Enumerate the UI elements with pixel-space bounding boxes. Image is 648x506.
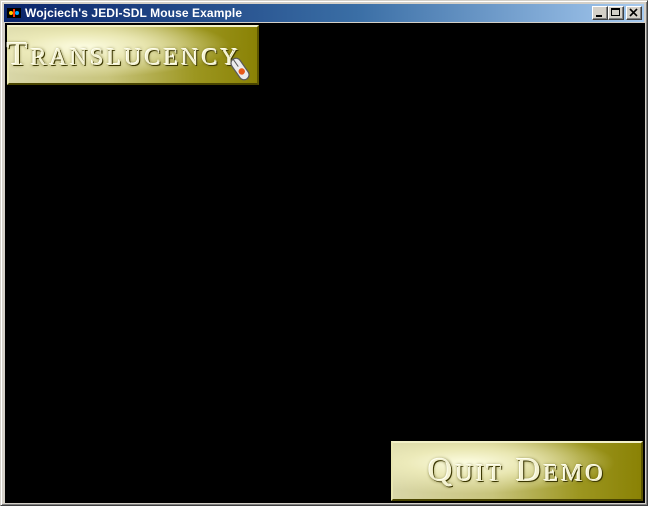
translucency-button[interactable]: Translucency: [7, 25, 259, 85]
title-bar[interactable]: Wojciech's JEDI-SDL Mouse Example: [4, 4, 644, 22]
quit-demo-button[interactable]: Quit Demo: [391, 441, 643, 501]
sdl-canvas[interactable]: Translucency Quit Demo: [5, 23, 645, 503]
close-icon: [629, 8, 638, 17]
translucency-button-label: Translucency: [6, 36, 242, 73]
window-title: Wojciech's JEDI-SDL Mouse Example: [25, 6, 243, 20]
maximize-icon: [611, 8, 620, 16]
close-button[interactable]: [626, 6, 642, 20]
mouse-cursor-icon: [230, 57, 250, 81]
minimize-button[interactable]: [592, 6, 608, 20]
maximize-button[interactable]: [608, 6, 624, 20]
quit-demo-button-label: Quit Demo: [428, 452, 606, 489]
window-controls: [592, 6, 642, 20]
app-window: Wojciech's JEDI-SDL Mouse Example Transl…: [0, 0, 648, 506]
app-icon[interactable]: [6, 5, 22, 21]
minimize-icon: [596, 15, 602, 17]
